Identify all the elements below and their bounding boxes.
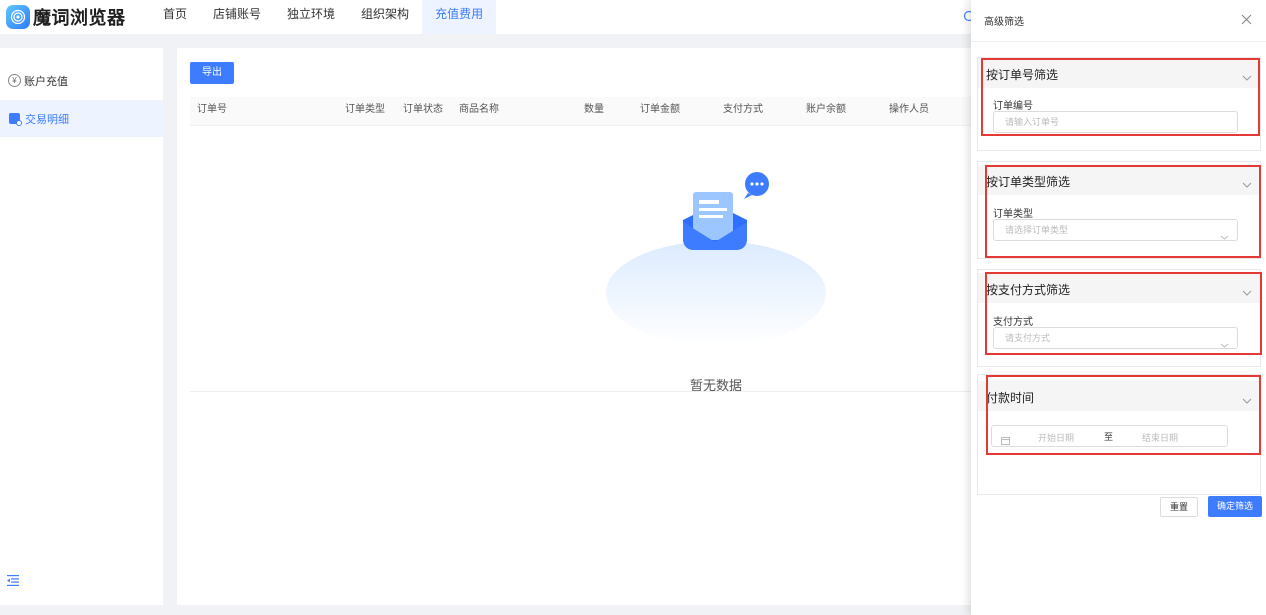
- date-range-separator: 至: [1104, 432, 1114, 442]
- field-label: 支付方式: [993, 317, 1033, 328]
- sidebar-item-transactions[interactable]: 交易明细: [0, 100, 163, 137]
- filter-section-header[interactable]: 按订单类型筛选: [978, 165, 1260, 195]
- filter-card-payment-method: 按支付方式筛选 支付方式 请支付方式: [977, 269, 1261, 367]
- select-placeholder: 请选择订单类型: [1005, 225, 1069, 235]
- divider: [190, 391, 980, 392]
- table-header: 订单号 订单类型 订单状态 商品名称 数量 订单金额 支付方式 账户余额 操作人…: [190, 97, 980, 126]
- field-label: 订单编号: [993, 101, 1033, 112]
- start-date-input[interactable]: 开始日期: [1038, 431, 1074, 444]
- transaction-icon: [9, 113, 22, 126]
- filter-card-order-number: 按订单号筛选 订单编号 请输入订单号: [977, 57, 1261, 151]
- payment-date-range-picker[interactable]: 开始日期 至 结束日期: [991, 425, 1228, 447]
- end-date-input[interactable]: 结束日期: [1142, 431, 1178, 444]
- filter-section-header[interactable]: 按订单号筛选: [978, 58, 1260, 88]
- filter-section-title: 付款时间: [986, 391, 1035, 405]
- order-number-input[interactable]: 请输入订单号: [993, 111, 1238, 133]
- column-header-balance: 账户余额: [806, 104, 846, 115]
- fingerprint-logo-icon: [6, 5, 30, 29]
- filter-section-header[interactable]: 按支付方式筛选: [978, 273, 1260, 303]
- sidebar-item-label: 账户充值: [24, 75, 68, 88]
- advanced-filter-drawer: 高级筛选 按订单号筛选 订单编号 请输入订单号 按订单类型筛选 订单类型 请选择…: [963, 0, 1266, 615]
- payment-method-select[interactable]: 请支付方式: [993, 327, 1238, 349]
- search-icon[interactable]: [963, 10, 971, 24]
- column-header-order-type: 订单类型: [345, 104, 385, 115]
- reset-button[interactable]: 重置: [1160, 497, 1198, 517]
- sidebar: ¥ 账户充值 交易明细: [0, 48, 163, 605]
- filter-section-title: 按支付方式筛选: [986, 283, 1071, 297]
- drawer-header: 高级筛选: [971, 0, 1266, 42]
- column-header-payment-method: 支付方式: [723, 104, 763, 115]
- chevron-down-icon: [1242, 391, 1252, 409]
- close-icon[interactable]: [1241, 12, 1252, 30]
- chevron-down-icon: [1220, 335, 1229, 355]
- export-button[interactable]: 导出: [190, 62, 234, 84]
- app-logo[interactable]: 魔词浏览器: [6, 4, 150, 30]
- sidebar-item-account-recharge[interactable]: ¥ 账户充值: [0, 62, 163, 99]
- order-type-select[interactable]: 请选择订单类型: [993, 219, 1238, 241]
- calendar-icon: [1001, 432, 1010, 450]
- confirm-filter-button[interactable]: 确定筛选: [1208, 496, 1262, 517]
- column-header-quantity: 数量: [584, 104, 604, 115]
- filter-section-header[interactable]: 付款时间: [978, 381, 1260, 411]
- empty-mailbox-icon: [606, 172, 826, 342]
- sidebar-item-label: 交易明细: [25, 113, 69, 126]
- filter-card-order-type: 按订单类型筛选 订单类型 请选择订单类型: [977, 161, 1261, 259]
- nav-store-accounts[interactable]: 店铺账号: [200, 0, 274, 34]
- nav-home[interactable]: 首页: [150, 0, 200, 34]
- collapse-menu-icon[interactable]: [7, 573, 19, 591]
- filter-card-payment-time: 付款时间 开始日期 至 结束日期: [977, 374, 1261, 495]
- nav-organization[interactable]: 组织架构: [348, 0, 422, 34]
- column-header-order-no: 订单号: [197, 104, 227, 115]
- field-label: 订单类型: [993, 209, 1033, 220]
- select-placeholder: 请支付方式: [1005, 333, 1051, 343]
- filter-section-title: 按订单号筛选: [986, 68, 1059, 82]
- filter-section-title: 按订单类型筛选: [986, 175, 1071, 189]
- main-content: 导出 订单号 订单类型 订单状态 商品名称 数量 订单金额 支付方式 账户余额 …: [177, 48, 980, 605]
- nav-isolated-env[interactable]: 独立环境: [274, 0, 348, 34]
- chevron-down-icon: [1242, 175, 1252, 193]
- chevron-down-icon: [1242, 68, 1252, 86]
- column-header-operator: 操作人员: [889, 104, 929, 115]
- drawer-title: 高级筛选: [984, 17, 1024, 28]
- column-header-product-name: 商品名称: [459, 104, 499, 115]
- chevron-down-icon: [1242, 283, 1252, 301]
- column-header-order-status: 订单状态: [403, 104, 443, 115]
- app-name: 魔词浏览器: [33, 8, 126, 28]
- main-nav: 首页 店铺账号 独立环境 组织架构 充值费用: [150, 0, 497, 34]
- chevron-down-icon: [1220, 227, 1229, 247]
- column-header-order-amount: 订单金额: [640, 104, 680, 115]
- nav-recharge-fees[interactable]: 充值费用: [422, 0, 497, 34]
- yen-icon: ¥: [8, 74, 21, 87]
